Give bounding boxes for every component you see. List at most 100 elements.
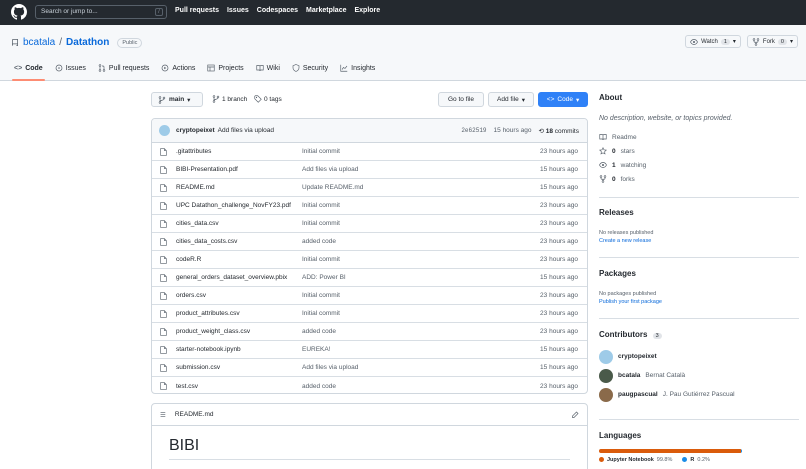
- packages-title[interactable]: Packages: [599, 269, 799, 278]
- table-row: cities_data.csv Initial commit 23 hours ag…: [152, 215, 587, 233]
- search-shortcut-key: /: [155, 8, 163, 16]
- file-commit-message[interactable]: added code: [302, 328, 336, 335]
- fork-count: 0: [777, 38, 787, 45]
- file-name-link[interactable]: product_weight_class.csv: [176, 328, 250, 335]
- tab-security[interactable]: Security: [292, 61, 328, 75]
- file-name-link[interactable]: cities_data_costs.csv: [176, 238, 237, 245]
- languages-bar: [599, 449, 742, 453]
- contributor-item[interactable]: paugpascual J. Pau Gutiérrez Pascual: [599, 385, 799, 404]
- nav-pull-requests[interactable]: Pull requests: [175, 7, 219, 14]
- avatar[interactable]: [599, 368, 613, 383]
- nav-codespaces[interactable]: Codespaces: [257, 7, 298, 14]
- avatar[interactable]: [159, 125, 170, 136]
- tab-projects[interactable]: Projects: [207, 61, 244, 75]
- file-icon: [160, 328, 167, 336]
- contributor-login[interactable]: paugpascual: [618, 391, 658, 398]
- github-logo-icon[interactable]: [11, 4, 27, 20]
- publish-package-link[interactable]: Publish your first package: [599, 299, 799, 305]
- search-input[interactable]: Search or jump to... /: [35, 5, 167, 19]
- tab-actions[interactable]: Actions: [161, 61, 195, 75]
- repo-actions: Watch 1 ▾ Fork 0 ▾: [685, 35, 798, 48]
- readme-filename[interactable]: README.md: [175, 411, 214, 418]
- file-name-link[interactable]: .gitattributes: [176, 148, 211, 155]
- file-name-link[interactable]: cities_data.csv: [176, 220, 219, 227]
- file-commit-message[interactable]: Initial commit: [302, 256, 340, 263]
- code-button[interactable]: <> Code ▾: [538, 92, 588, 107]
- nav-explore[interactable]: Explore: [354, 7, 380, 14]
- file-name-link[interactable]: codeR.R: [176, 256, 201, 263]
- readme-link[interactable]: Readme: [599, 130, 799, 144]
- file-icon: [160, 274, 167, 282]
- releases-title[interactable]: Releases: [599, 208, 799, 217]
- repo-owner-link[interactable]: bcatala: [23, 37, 55, 48]
- file-commit-message[interactable]: added code: [302, 238, 336, 245]
- language-name: R: [690, 457, 695, 463]
- branch-icon: [212, 95, 220, 103]
- file-commit-message[interactable]: Initial commit: [302, 148, 340, 155]
- file-name-link[interactable]: BIBI-Presentation.pdf: [176, 166, 238, 173]
- file-commit-message[interactable]: ADD: Power BI: [302, 274, 346, 281]
- sidebar-divider: [599, 197, 799, 198]
- create-release-link[interactable]: Create a new release: [599, 238, 799, 244]
- file-commit-message[interactable]: Initial commit: [302, 220, 340, 227]
- fork-button[interactable]: Fork 0 ▾: [746, 35, 798, 48]
- branches-link[interactable]: 1 branch: [212, 95, 247, 103]
- branch-select[interactable]: main ▾: [151, 92, 203, 107]
- file-name-link[interactable]: general_orders_dataset_overview.pbix: [176, 274, 287, 281]
- commit-sha[interactable]: 2e62519: [461, 127, 486, 134]
- code-button-label: Code: [557, 96, 573, 103]
- file-commit-message[interactable]: Initial commit: [302, 202, 340, 209]
- file-name-link[interactable]: orders.csv: [176, 292, 206, 299]
- file-name-link[interactable]: UPC Datathon_challenge_NovFY23.pdf: [176, 202, 291, 209]
- file-commit-message[interactable]: EUREKA!: [302, 346, 331, 353]
- avatar[interactable]: [599, 349, 613, 364]
- file-commit-message[interactable]: Update README.md: [302, 184, 363, 191]
- table-row: codeR.R Initial commit 23 hours ago: [152, 251, 587, 269]
- nav-issues[interactable]: Issues: [227, 7, 249, 14]
- file-commit-message[interactable]: Add files via upload: [302, 166, 358, 173]
- packages-section: Packages No packages published Publish y…: [599, 269, 799, 305]
- watch-button[interactable]: Watch 1 ▾: [685, 35, 741, 48]
- contributor-item[interactable]: cryptopeixet: [599, 347, 799, 366]
- file-icon: [160, 220, 167, 228]
- list-icon[interactable]: ☰: [160, 411, 166, 419]
- tab-wiki[interactable]: Wiki: [256, 61, 280, 75]
- forks-link[interactable]: 0 forks: [599, 172, 799, 186]
- stars-link[interactable]: 0 stars: [599, 144, 799, 158]
- file-commit-message[interactable]: Add files via upload: [302, 364, 358, 371]
- go-to-file-button[interactable]: Go to file: [438, 92, 484, 107]
- contributor-login[interactable]: bcatala: [618, 372, 640, 379]
- watching-link[interactable]: 1 watching: [599, 158, 799, 172]
- branches-count: 1 branch: [222, 95, 248, 103]
- tab-insights[interactable]: Insights: [340, 61, 375, 75]
- tab-code[interactable]: <> Code: [12, 61, 45, 81]
- language-item[interactable]: Jupyter Notebook 99.8%: [599, 457, 672, 463]
- pencil-icon[interactable]: [571, 411, 579, 419]
- search-placeholder: Search or jump to...: [41, 8, 98, 15]
- file-name-link[interactable]: README.md: [176, 184, 215, 191]
- file-icon: [160, 202, 167, 210]
- commits-link[interactable]: ⟲ 18 commits: [538, 127, 579, 135]
- file-name-link[interactable]: submission.csv: [176, 364, 220, 371]
- table-row: BIBI-Presentation.pdf Add files via uploa…: [152, 161, 587, 179]
- tags-link[interactable]: 0 tags: [254, 95, 282, 103]
- add-file-button[interactable]: Add file ▾: [488, 92, 534, 107]
- tab-pull-requests[interactable]: Pull requests: [98, 61, 149, 75]
- commit-message[interactable]: Add files via upload: [218, 127, 274, 134]
- language-item[interactable]: R 0.2%: [682, 457, 710, 463]
- contributor-item[interactable]: bcatala Bernat Català: [599, 366, 799, 385]
- tab-issues[interactable]: Issues: [55, 61, 86, 75]
- file-commit-message[interactable]: Initial commit: [302, 310, 340, 317]
- contributors-title[interactable]: Contributors 3: [599, 330, 799, 339]
- commit-author[interactable]: cryptopeixet: [176, 127, 215, 134]
- file-name-link[interactable]: product_attributes.csv: [176, 310, 240, 317]
- file-name-link[interactable]: test.csv: [176, 383, 198, 390]
- repo-name-link[interactable]: Datathon: [66, 37, 109, 48]
- file-commit-message[interactable]: Initial commit: [302, 292, 340, 299]
- file-commit-message[interactable]: added code: [302, 383, 336, 390]
- languages-section: Languages Jupyter Notebook 99.8% R 0.2%: [599, 431, 799, 463]
- avatar[interactable]: [599, 387, 613, 402]
- contributor-login[interactable]: cryptopeixet: [618, 353, 657, 360]
- nav-marketplace[interactable]: Marketplace: [306, 7, 346, 14]
- file-name-link[interactable]: starter-notebook.ipynb: [176, 346, 241, 353]
